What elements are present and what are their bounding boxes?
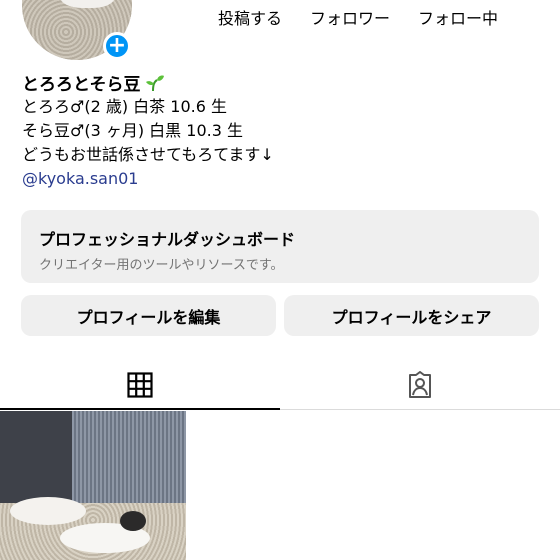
profile-name: とろろとそら豆 bbox=[22, 70, 165, 95]
profile-bio: とろろ♂(2 歳) 白茶 10.6 生 そら豆♂(3 ヶ月) 白黒 10.3 生… bbox=[22, 95, 274, 191]
posts-label[interactable]: 投稿する bbox=[218, 5, 282, 29]
sprout-icon bbox=[145, 74, 164, 91]
dashboard-subtitle: クリエイター用のツールやリソースです。 bbox=[39, 258, 284, 273]
post-cat-2-spot bbox=[120, 511, 146, 531]
dashboard-title: プロフェッショナルダッシュボード bbox=[39, 230, 296, 249]
post-wall bbox=[0, 411, 72, 511]
profile-link[interactable]: @kyoka.san01 bbox=[22, 167, 274, 191]
edit-profile-button[interactable]: プロフィールを編集 bbox=[21, 295, 276, 336]
share-profile-button[interactable]: プロフィールをシェア bbox=[284, 295, 539, 336]
active-tab-indicator bbox=[0, 408, 280, 410]
profile-stats: 投稿する フォロワー フォロー中 bbox=[218, 5, 498, 29]
post-thumbnail[interactable] bbox=[0, 411, 186, 560]
tab-posts-grid[interactable] bbox=[0, 360, 280, 410]
tab-tagged[interactable] bbox=[280, 360, 560, 410]
following-label[interactable]: フォロー中 bbox=[418, 5, 498, 29]
bio-line-3: どうもお世話係させてもろてます↓ bbox=[22, 145, 274, 164]
profile-name-text: とろろとそら豆 bbox=[22, 75, 141, 95]
grid-icon bbox=[127, 372, 153, 398]
bio-line-1: とろろ♂(2 歳) 白茶 10.6 生 bbox=[22, 97, 227, 116]
followers-label[interactable]: フォロワー bbox=[310, 5, 390, 29]
post-blind bbox=[72, 411, 186, 511]
bio-line-2: そら豆♂(3 ヶ月) 白黒 10.3 生 bbox=[22, 121, 243, 140]
add-story-plus-icon[interactable]: + bbox=[103, 32, 131, 60]
post-cat-1 bbox=[10, 497, 86, 525]
profile-tabs bbox=[0, 360, 560, 410]
tagged-person-icon bbox=[409, 371, 431, 398]
professional-dashboard[interactable]: プロフェッショナルダッシュボード クリエイター用のツールやリソースです。 bbox=[21, 210, 539, 283]
